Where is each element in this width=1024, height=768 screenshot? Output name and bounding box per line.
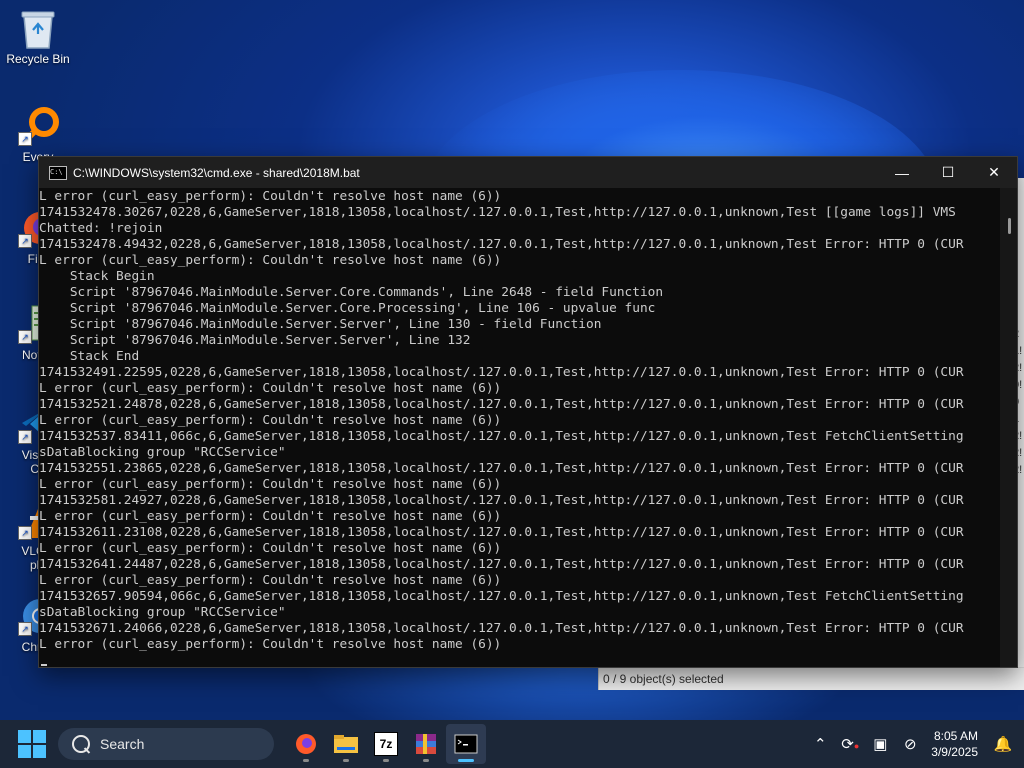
file-explorer-icon [334, 735, 358, 753]
cmd-titlebar[interactable]: C:\ C:\WINDOWS\system32\cmd.exe - shared… [39, 157, 1017, 188]
shortcut-arrow-icon: ↗ [18, 526, 32, 540]
taskbar: Search 7z ⌃ ⟳● ▣ ⊘ 8:05 AM 3/9/2025 🔔 [0, 720, 1024, 768]
console-line: Stack Begin [39, 269, 155, 284]
console-line: 1741532551.23865,0228,6,GameServer,1818,… [39, 461, 964, 476]
console-line: 1741532671.24066,0228,6,GameServer,1818,… [39, 621, 964, 636]
volume-muted-icon[interactable]: ⊘ [895, 735, 925, 753]
system-tray: ⌃ ⟳● ▣ ⊘ 8:05 AM 3/9/2025 🔔 [805, 720, 1024, 768]
console-line: Chatted: !rejoin [39, 221, 163, 236]
search-icon [72, 735, 90, 753]
shortcut-arrow-icon: ↗ [18, 234, 32, 248]
shortcut-arrow-icon: ↗ [18, 430, 32, 444]
console-line: L error (curl_easy_perform): Couldn't re… [39, 253, 502, 268]
console-line: L error (curl_easy_perform): Couldn't re… [39, 189, 502, 204]
console-line: 1741532641.24487,0228,6,GameServer,1818,… [39, 557, 964, 572]
clock[interactable]: 8:05 AM 3/9/2025 [931, 728, 978, 760]
chevron-up-icon[interactable]: ⌃ [805, 735, 835, 753]
notification-bell-icon[interactable]: 🔔 [988, 735, 1018, 753]
7zip-icon: 7z [374, 732, 398, 756]
console-output[interactable]: L error (curl_easy_perform): Couldn't re… [39, 188, 999, 668]
recycle-bin-icon [18, 8, 58, 49]
firefox-icon [296, 734, 316, 754]
console-line: Script '87967046.MainModule.Server.Core.… [39, 285, 664, 300]
start-button[interactable] [18, 730, 46, 758]
sync-alert-icon[interactable]: ⟳● [835, 735, 865, 753]
console-line: 1741532581.24927,0228,6,GameServer,1818,… [39, 493, 964, 508]
maximize-button[interactable]: ☐ [925, 157, 971, 188]
shortcut-arrow-icon: ↗ [18, 132, 32, 146]
console-line: 1741532521.24878,0228,6,GameServer,1818,… [39, 397, 964, 412]
minimize-button[interactable]: — [879, 157, 925, 188]
console-line: Script '87967046.MainModule.Server.Core.… [39, 301, 656, 316]
taskbar-winrar[interactable] [406, 724, 446, 764]
console-line: L error (curl_easy_perform): Couldn't re… [39, 637, 502, 652]
console-line: L error (curl_easy_perform): Couldn't re… [39, 541, 502, 556]
shortcut-arrow-icon: ↗ [18, 330, 32, 344]
console-line: 1741532657.90594,066c,6,GameServer,1818,… [39, 589, 964, 604]
cmd-app-icon: C:\ [49, 165, 67, 180]
close-button[interactable]: ✕ [971, 157, 1017, 188]
desktop-icon-recycle-bin[interactable]: Recycle Bin [0, 8, 76, 66]
scrollbar-thumb[interactable] [1008, 218, 1011, 234]
desktop-icon-label: Recycle Bin [6, 52, 70, 66]
search-label: Search [100, 736, 145, 752]
winrar-icon [416, 734, 436, 754]
console-line: sDataBlocking group "RCCService" [39, 445, 286, 460]
taskbar-cmd[interactable] [446, 724, 486, 764]
console-line: L error (curl_easy_perform): Couldn't re… [39, 573, 502, 588]
taskbar-7zip[interactable]: 7z [366, 724, 406, 764]
console-line: Script '87967046.MainModule.Server.Serve… [39, 333, 471, 348]
cmd-icon [454, 734, 478, 754]
clock-time: 8:05 AM [933, 729, 978, 743]
console-line: 1741532611.23108,0228,6,GameServer,1818,… [39, 525, 964, 540]
console-line: L error (curl_easy_perform): Couldn't re… [39, 413, 502, 428]
console-line: Stack End [39, 349, 140, 364]
console-line: 1741532478.30267,0228,6,GameServer,1818,… [39, 205, 956, 220]
status-bar: 0 / 9 object(s) selected [599, 667, 1024, 690]
everything-search-icon: ↗ [18, 106, 59, 146]
network-icon[interactable]: ▣ [865, 735, 895, 753]
console-line: sDataBlocking group "RCCService" [39, 605, 286, 620]
console-line: 1741532478.49432,0228,6,GameServer,1818,… [39, 237, 964, 252]
cmd-window[interactable]: C:\ C:\WINDOWS\system32\cmd.exe - shared… [38, 156, 1018, 668]
shortcut-arrow-icon: ↗ [18, 622, 32, 636]
search-box[interactable]: Search [58, 728, 274, 760]
console-line: L error (curl_easy_perform): Couldn't re… [39, 509, 502, 524]
console-line: L error (curl_easy_perform): Couldn't re… [39, 381, 502, 396]
window-title: C:\WINDOWS\system32\cmd.exe - shared\201… [73, 165, 360, 180]
taskbar-file-explorer[interactable] [326, 724, 366, 764]
console-line: Script '87967046.MainModule.Server.Serve… [39, 317, 602, 332]
console-scrollbar[interactable] [1000, 188, 1017, 667]
console-line: L error (curl_easy_perform): Couldn't re… [39, 477, 502, 492]
text-cursor [41, 664, 47, 666]
console-line: 1741532537.83411,066c,6,GameServer,1818,… [39, 429, 964, 444]
console-line: 1741532491.22595,0228,6,GameServer,1818,… [39, 365, 964, 380]
clock-date: 3/9/2025 [931, 745, 978, 759]
taskbar-firefox[interactable] [286, 724, 326, 764]
